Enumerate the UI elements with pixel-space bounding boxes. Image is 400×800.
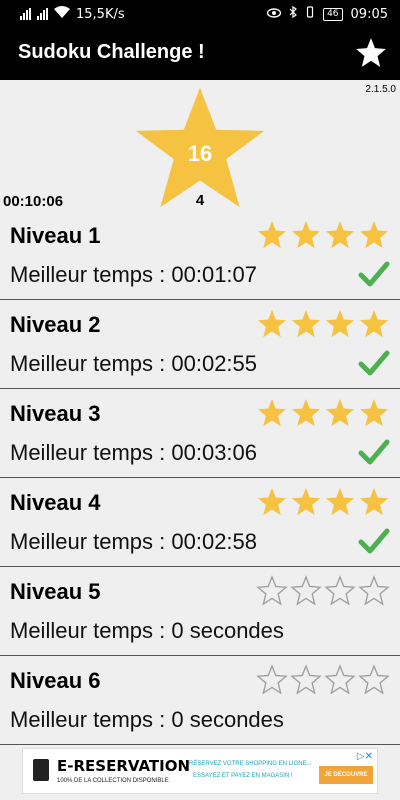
star-filled-icon [326, 488, 354, 516]
signal-icon [20, 8, 31, 20]
star-sub-count: 4 [195, 192, 205, 209]
vibrate-icon [305, 6, 315, 22]
star-filled-icon [326, 310, 354, 338]
level-title: Niveau 1 [10, 223, 101, 248]
ad-banner[interactable]: E-RESERVATION 100% DE LA COLLECTION DISP… [22, 748, 378, 794]
level-row[interactable]: Niveau 5 Meilleur temps : 0 secondes [0, 567, 400, 656]
star-total: 16 [187, 141, 213, 166]
star-outline-icon [324, 664, 356, 695]
level-best-time: Meilleur temps : 00:01:07 [10, 262, 258, 287]
level-title: Niveau 2 [10, 312, 101, 337]
star-filled-icon [360, 488, 388, 516]
star-outline-icon [290, 575, 322, 606]
level-row[interactable]: Niveau 2 Meilleur temps : 00:02:55 [0, 300, 400, 389]
level-title: Niveau 3 [10, 401, 101, 426]
battery-icon: 46 [323, 7, 343, 21]
level-rating [256, 397, 390, 429]
ad-info-icon[interactable]: ▷✕ [357, 751, 373, 762]
star-outline-icon [290, 664, 322, 695]
clock: 09:05 [350, 6, 388, 22]
star-filled-icon [292, 399, 320, 427]
star-filled-icon [258, 310, 286, 338]
ad-line-2: ESSAYEZ ET PAYEZ EN MAGASIN ! [193, 773, 293, 779]
star-icon[interactable] [354, 36, 388, 70]
level-title: Niveau 6 [10, 668, 101, 693]
level-rating [256, 308, 390, 340]
star-outline-icon [256, 575, 288, 606]
checkmark-icon [358, 350, 390, 376]
level-best-time: Meilleur temps : 00:02:58 [10, 529, 258, 554]
level-title: Niveau 5 [10, 579, 101, 604]
star-filled-icon [292, 310, 320, 338]
checkmark-icon [358, 261, 390, 287]
total-timer: 00:10:06 [3, 193, 64, 210]
star-filled-icon [258, 221, 286, 249]
signal-icon-2 [37, 8, 48, 20]
level-best-time: Meilleur temps : 00:03:06 [10, 440, 258, 465]
star-filled-icon [258, 399, 286, 427]
app-bar: Sudoku Challenge ! [0, 28, 400, 80]
level-row[interactable]: Niveau 6 Meilleur temps : 0 secondes [0, 656, 400, 745]
level-title: Niveau 4 [10, 490, 101, 515]
app-title: Sudoku Challenge ! [18, 41, 205, 63]
level-best-time: Meilleur temps : 00:02:55 [10, 351, 258, 376]
ad-brand: E-RESERVATION [57, 757, 191, 775]
star-filled-icon [258, 488, 286, 516]
star-filled-icon [360, 221, 388, 249]
star-outline-icon [256, 664, 288, 695]
eye-icon [266, 7, 282, 22]
star-filled-icon [326, 399, 354, 427]
version-label: 2.1.5.0 [365, 84, 396, 95]
checkmark-icon [358, 439, 390, 465]
level-row[interactable]: Niveau 1 Meilleur temps : 00:01:07 [0, 211, 400, 300]
level-rating [256, 486, 390, 518]
status-bar: 15,5K/s 46 09:05 [0, 0, 400, 28]
network-speed: 15,5K/s [76, 6, 125, 22]
level-rating [256, 575, 390, 607]
star-outline-icon [358, 575, 390, 606]
ad-cta-button[interactable]: JE DÉCOUVRE [319, 766, 373, 784]
star-filled-icon [360, 310, 388, 338]
wifi-icon [54, 6, 70, 22]
ad-subtitle: 100% DE LA COLLECTION DISPONIBLE [57, 778, 169, 784]
ad-line-1: RÉSERVEZ VOTRE SHOPPING EN LIGNE... [189, 761, 312, 767]
star-outline-icon [358, 664, 390, 695]
level-best-time: Meilleur temps : 0 secondes [10, 707, 284, 732]
shopping-bag-icon [33, 759, 49, 781]
bluetooth-icon [289, 5, 298, 22]
star-filled-icon [292, 488, 320, 516]
checkmark-icon [358, 528, 390, 554]
star-outline-icon [324, 575, 356, 606]
level-rating [256, 664, 390, 696]
star-filled-icon [360, 399, 388, 427]
level-row[interactable]: Niveau 3 Meilleur temps : 00:03:06 [0, 389, 400, 478]
star-filled-icon [326, 221, 354, 249]
star-filled-icon [292, 221, 320, 249]
level-row[interactable]: Niveau 4 Meilleur temps : 00:02:58 [0, 478, 400, 567]
level-rating [256, 219, 390, 251]
level-best-time: Meilleur temps : 0 secondes [10, 618, 284, 643]
